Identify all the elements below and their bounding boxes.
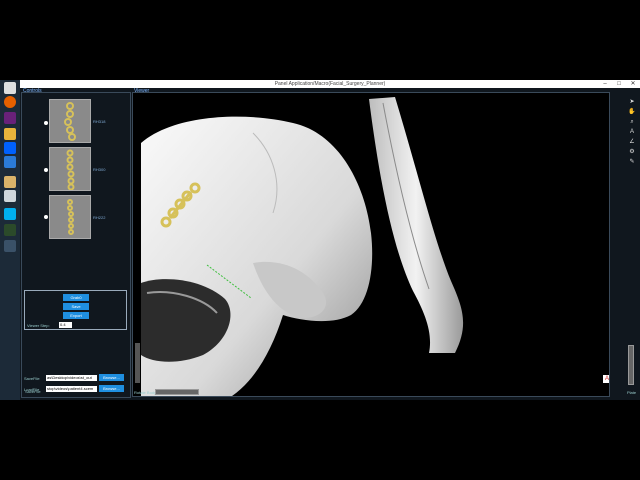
savefile-browse-button[interactable]: Browse... [99,374,124,381]
taskbar [0,80,20,400]
controls-panel: RH318 RH300 RH222 Grab0 Save Export View… [21,92,131,398]
plate-label-2: RH300 [93,167,106,172]
plate-thumbnail-1[interactable] [49,99,91,143]
maximize-button[interactable]: □ [614,80,624,88]
close-button[interactable]: ✕ [628,80,638,88]
firefox-icon[interactable] [4,96,16,108]
plate-radio-3[interactable] [44,215,48,219]
plate-icon [67,199,74,235]
window-title: Panel Application/Macro(Facial_Surgery_P… [274,81,386,87]
network-icon[interactable] [4,190,16,202]
plate-label-1: RH318 [93,119,106,124]
rotate-slider[interactable] [155,389,199,395]
badge-icon: A [603,375,609,383]
gear-icon[interactable]: ⚙ [628,148,636,156]
loadfile-label: LoadFile [24,387,40,392]
minimize-button[interactable]: – [600,80,610,88]
plate-label-3: RH222 [93,215,106,220]
viewer-scrollbar[interactable] [135,343,140,383]
viewer-step-label: Viewer Step: [27,323,50,328]
rotate-body-label: Rotate Body: [134,390,158,395]
grab-button[interactable]: Grab0 [63,294,89,301]
windows-icon[interactable] [4,82,16,94]
onedrive-icon[interactable] [4,156,16,168]
skype-icon[interactable] [4,208,16,220]
dropbox-icon[interactable] [4,142,16,154]
plate-icon [66,149,75,191]
folder-icon[interactable] [4,128,16,140]
paint-icon[interactable]: ✎ [628,158,636,166]
right-slider[interactable] [628,345,634,385]
cursor-icon[interactable]: ➤ [628,98,636,106]
save-button[interactable]: Save [63,303,89,310]
zoom-icon[interactable]: ⌕ [628,118,636,126]
plate-thumbnail-2[interactable] [49,147,91,191]
text-icon[interactable]: A [628,128,636,136]
visual-studio-icon[interactable] [4,112,16,124]
export-button[interactable]: Export [63,312,89,319]
loadfile-input[interactable]: stop\videos\patient4.scem [46,386,97,392]
measure-icon[interactable]: ∠ [628,138,636,146]
plate-right-label: Plate [627,390,637,395]
plate-thumbnail-3[interactable] [49,195,91,239]
plate-icon [64,102,76,141]
skull-render [141,97,464,396]
plate-radio-1[interactable] [44,121,48,125]
nvidia-icon[interactable] [4,224,16,236]
savefile-input[interactable]: as\Desktop\videos\st_out [46,375,97,381]
files-icon[interactable] [4,176,16,188]
action-group: Grab0 Save Export Viewer Step: 0.4 [24,290,127,330]
app-window: Panel Application/Macro(Facial_Surgery_P… [20,80,640,400]
loadfile-browse-button[interactable]: Browse... [99,385,124,392]
title-bar: Panel Application/Macro(Facial_Surgery_P… [20,80,640,88]
hand-icon[interactable]: ✋ [628,108,636,116]
app-icon[interactable] [4,240,16,252]
savefile-label: SaveFile [24,376,40,381]
plate-radio-2[interactable] [44,168,48,172]
3d-viewer[interactable]: Rotate Body: A [132,92,610,397]
viewer-step-input[interactable]: 0.4 [59,322,72,328]
